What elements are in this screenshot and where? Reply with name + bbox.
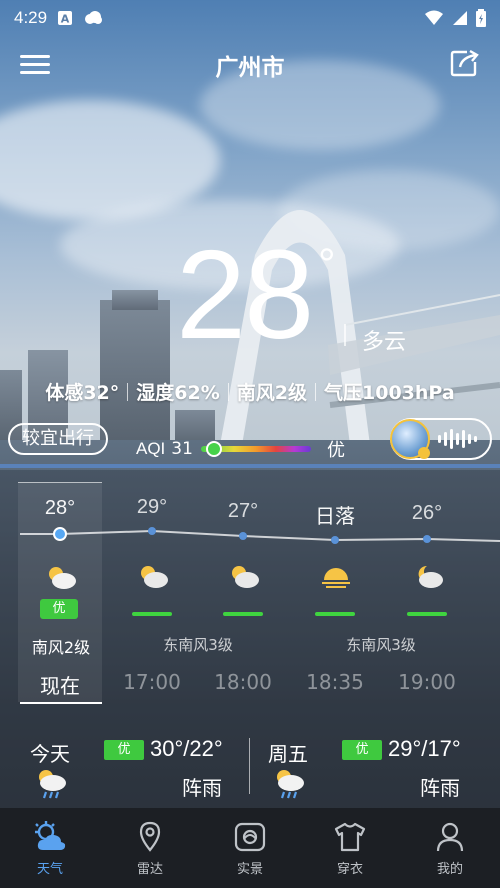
aqi-indicator[interactable]: AQI 31 优	[136, 436, 345, 462]
partly-cloudy-day-icon	[232, 566, 259, 588]
divider	[344, 324, 346, 346]
weather-icon	[35, 820, 66, 850]
day-name: 周五	[268, 742, 308, 766]
hour-column[interactable]: 27°	[201, 482, 285, 632]
play-icon	[418, 447, 430, 459]
air-quality-badge: 优	[40, 599, 78, 619]
nav-item-weather[interactable]: 天气	[0, 808, 100, 888]
humidity: 湿度62%	[136, 382, 220, 404]
sunset-icon	[322, 568, 350, 588]
shower-icon	[39, 770, 66, 799]
nav-label: 雷达	[136, 861, 163, 877]
section-divider	[0, 464, 500, 468]
nav-label: 天气	[36, 861, 63, 877]
hour-column-now[interactable]: 28° 优	[18, 482, 102, 702]
wind: 南风2级	[236, 382, 307, 404]
hour-temp: 27°	[227, 500, 259, 522]
nav-item-live[interactable]: 实景	[200, 808, 300, 888]
divider	[315, 382, 316, 401]
hour-time-now: 现在	[40, 674, 80, 698]
now-indicator	[20, 702, 102, 704]
wind-segment: 东南风3级	[346, 636, 416, 654]
day-condition: 阵雨	[420, 776, 460, 800]
header: 广州市	[0, 44, 500, 84]
status-bar: 4:29 A	[0, 0, 500, 36]
day-name: 今天	[30, 742, 70, 766]
profile-icon	[436, 822, 464, 851]
day-condition: 阵雨	[182, 776, 222, 800]
bottom-nav: 天气 雷达 实景 穿衣 我的	[0, 808, 500, 888]
air-quality-bar	[223, 612, 263, 616]
air-quality-badge: 优	[342, 740, 382, 760]
city-title[interactable]: 广州市	[0, 48, 500, 82]
degree-symbol: °	[318, 240, 336, 289]
nav-label: 我的	[436, 861, 463, 877]
wifi-icon	[425, 10, 443, 25]
divider	[227, 382, 229, 401]
hour-column[interactable]: 26°	[385, 482, 469, 632]
day-temp-range: 30°/22°	[150, 736, 223, 761]
daily-forecast[interactable]: 今天 优 30°/22° 阵雨 周五 优 29°/17° 阵雨	[0, 730, 500, 808]
nav-item-radar[interactable]: 雷达	[100, 808, 200, 888]
battery-icon	[476, 9, 486, 27]
nav-label: 实景	[236, 861, 263, 877]
partly-cloudy-day-icon	[49, 567, 76, 589]
shower-icon	[277, 770, 304, 799]
feels-like: 体感32°	[45, 382, 120, 404]
divider	[127, 382, 129, 401]
hour-time: 19:00	[398, 670, 456, 694]
hour-column[interactable]: 日落	[293, 482, 377, 632]
current-condition: 多云	[362, 330, 407, 355]
hour-temp: 26°	[411, 502, 443, 524]
partly-cloudy-day-icon	[141, 566, 168, 588]
sound-wave-icon	[438, 429, 477, 449]
signal-icon	[453, 11, 467, 25]
hour-time: 17:00	[123, 670, 181, 694]
air-quality-bar	[407, 612, 447, 616]
wind-now: 南风2级	[31, 638, 91, 657]
aqi-label: AQI	[136, 439, 166, 458]
status-time: 4:29	[14, 8, 48, 27]
wind-segment: 东南风3级	[163, 636, 233, 654]
cloud-notification-icon	[85, 11, 103, 24]
divider	[249, 738, 250, 794]
svg-text:A: A	[61, 13, 70, 26]
aqi-grade: 优	[326, 440, 345, 461]
aqi-gradient-bar	[200, 441, 311, 457]
current-temperature: 28	[176, 224, 314, 365]
day-temp-range: 29°/17°	[388, 736, 461, 761]
pressure: 气压1003hPa	[324, 382, 455, 404]
a-notification-icon: A	[58, 11, 73, 26]
hour-temp: 28°	[44, 497, 76, 519]
air-quality-badge: 优	[104, 740, 144, 760]
nav-item-me[interactable]: 我的	[400, 808, 500, 888]
broadcaster-avatar	[390, 419, 430, 459]
air-quality-bar	[315, 612, 355, 616]
photo-icon	[234, 822, 266, 851]
weather-details: 体感32° 湿度62% 南风2级 气压1003hPa	[0, 378, 500, 405]
hour-time: 18:35	[306, 670, 364, 694]
air-quality-bar	[132, 612, 172, 616]
shirt-icon	[334, 822, 366, 851]
nav-item-clothing[interactable]: 穿衣	[300, 808, 400, 888]
aqi-marker	[205, 441, 222, 457]
hour-time: 18:00	[214, 670, 272, 694]
share-icon[interactable]	[450, 48, 480, 78]
radar-pin-icon	[139, 821, 161, 852]
building	[100, 300, 170, 450]
travel-advice-button[interactable]: 较宜出行	[8, 423, 108, 455]
aqi-value: 31	[171, 439, 193, 459]
hour-column[interactable]: 29°	[110, 482, 194, 632]
nav-label: 穿衣	[336, 861, 363, 877]
voice-broadcast-button[interactable]	[390, 418, 492, 460]
hour-temp: 29°	[136, 496, 168, 518]
sunset-label: 日落	[315, 506, 355, 528]
partly-cloudy-night-icon	[418, 565, 443, 588]
building	[112, 290, 158, 310]
